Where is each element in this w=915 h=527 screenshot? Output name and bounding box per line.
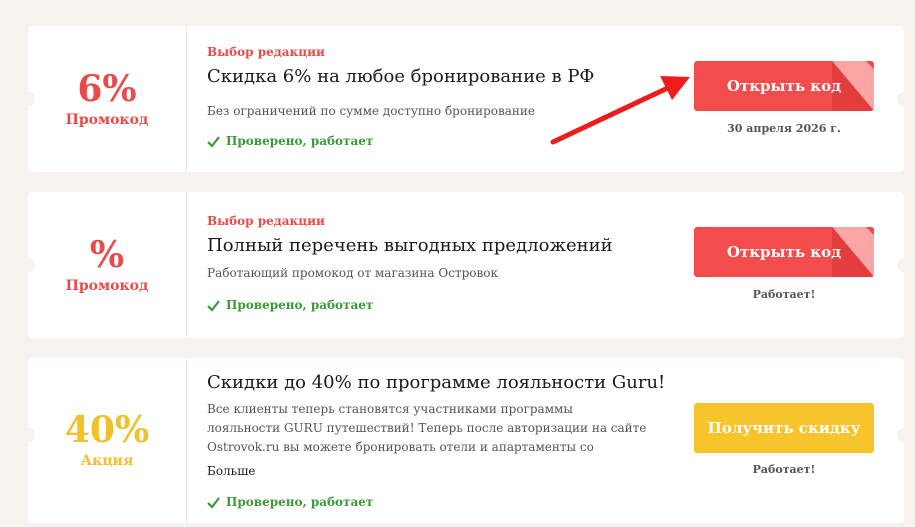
expiry-date: 30 апреля 2026 г.	[727, 122, 841, 135]
check-icon	[207, 135, 220, 148]
discount-percent: %	[89, 233, 125, 276]
offer-title[interactable]: Скидки до 40% по программе лояльности Gu…	[207, 372, 665, 393]
offer-card-1: 6% Промокод Выбор редакции Скидка 6% на …	[21, 26, 911, 172]
verified-status: Проверено, работает	[207, 298, 373, 312]
status-text: Работает!	[752, 463, 816, 476]
editor-choice-tag: Выбор редакции	[207, 214, 325, 228]
check-icon	[207, 496, 220, 509]
offer-kind: Промокод	[65, 277, 149, 294]
offer-description: Все клиенты теперь становятся участникам…	[207, 402, 647, 454]
button-label: Открыть код	[726, 77, 842, 95]
discount-percent: 40%	[64, 409, 150, 451]
verified-status: Проверено, работает	[207, 495, 373, 509]
open-code-button[interactable]: Открыть код	[694, 61, 874, 111]
verified-label: Проверено, работает	[226, 495, 374, 509]
status-text: Работает!	[752, 288, 816, 301]
verified-status: Проверено, работает	[207, 134, 373, 148]
offer-description: Без ограничений по сумме доступно бронир…	[207, 104, 535, 118]
offer-badge: 6% Промокод	[28, 26, 187, 172]
verified-label: Проверено, работает	[226, 134, 374, 148]
get-discount-button[interactable]: Получить скидку	[694, 403, 874, 453]
ticket-notch	[897, 258, 911, 272]
offer-badge: 40% Акция	[28, 358, 187, 523]
offer-description: Работающий промокод от магазина Островок	[207, 266, 498, 280]
ticket-notch	[897, 92, 911, 106]
offer-badge: % Промокод	[28, 192, 187, 338]
button-label: Открыть код	[726, 243, 842, 261]
ticket-notch	[897, 428, 911, 442]
offer-card-3: 40% Акция Скидки до 40% по программе лоя…	[21, 358, 911, 523]
offer-kind: Акция	[80, 453, 134, 469]
offer-title[interactable]: Скидка 6% на любое бронирование в РФ	[207, 66, 594, 87]
open-code-button[interactable]: Открыть код	[694, 227, 874, 277]
more-link[interactable]: Больше	[207, 464, 255, 478]
editor-choice-tag: Выбор редакции	[207, 45, 325, 59]
button-label: Получить скидку	[707, 419, 861, 437]
offer-kind: Промокод	[65, 111, 149, 128]
discount-percent: 6%	[77, 67, 137, 110]
check-icon	[207, 299, 220, 312]
verified-label: Проверено, работает	[226, 298, 374, 312]
offer-card-2: % Промокод Выбор редакции Полный перечен…	[21, 192, 911, 338]
offer-title[interactable]: Полный перечень выгодных предложений	[207, 235, 613, 256]
